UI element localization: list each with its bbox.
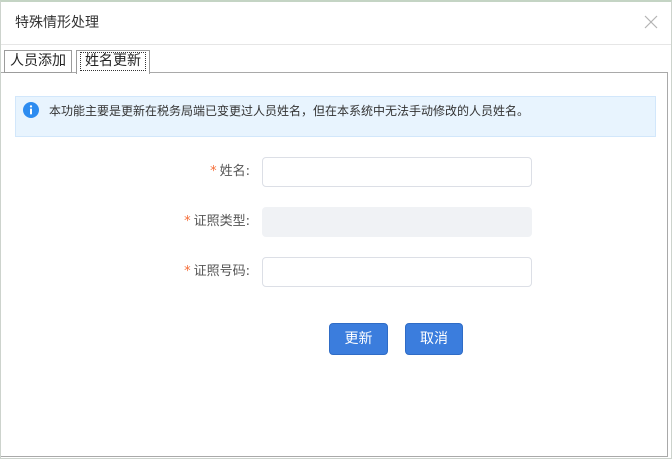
tab-label: 人员添加 — [10, 53, 66, 69]
required-mark: * — [184, 214, 191, 229]
field-label-text: 证照类型: — [193, 214, 250, 229]
info-notice: 本功能主要是更新在税务局端已变更过人员姓名，但在本系统中无法手动修改的人员姓名。 — [15, 96, 656, 137]
required-mark: * — [210, 164, 217, 179]
tab-panel-name-update: 本功能主要是更新在税务局端已变更过人员姓名，但在本系统中无法手动修改的人员姓名。… — [0, 72, 668, 457]
id-number-input[interactable] — [262, 257, 532, 287]
tab-name-update[interactable]: 姓名更新 — [76, 50, 150, 74]
cancel-button[interactable]: 取消 — [405, 323, 463, 355]
field-label-text: 证照号码: — [193, 264, 250, 279]
id-type-select[interactable] — [262, 207, 532, 237]
tab-add-person[interactable]: 人员添加 — [4, 50, 72, 73]
special-case-dialog: 特殊情形处理 人员添加 姓名更新 本功能主要是更新在税务局端已变更过人员姓名，但… — [0, 0, 672, 459]
info-icon — [23, 102, 39, 118]
update-button[interactable]: 更新 — [329, 323, 388, 355]
field-label-name: * 姓名: — [100, 157, 250, 187]
dialog-titlebar: 特殊情形处理 — [0, 0, 672, 45]
dialog-title: 特殊情形处理 — [15, 15, 99, 31]
close-icon[interactable] — [643, 14, 659, 30]
field-label-id-type: * 证照类型: — [100, 207, 250, 237]
field-label-text: 姓名: — [219, 164, 250, 179]
close-button[interactable] — [643, 14, 659, 30]
required-mark: * — [184, 264, 191, 279]
field-label-id-number: * 证照号码: — [100, 257, 250, 287]
info-text: 本功能主要是更新在税务局端已变更过人员姓名，但在本系统中无法手动修改的人员姓名。 — [49, 104, 530, 118]
tab-label: 姓名更新 — [80, 52, 146, 71]
name-input[interactable] — [262, 157, 532, 187]
